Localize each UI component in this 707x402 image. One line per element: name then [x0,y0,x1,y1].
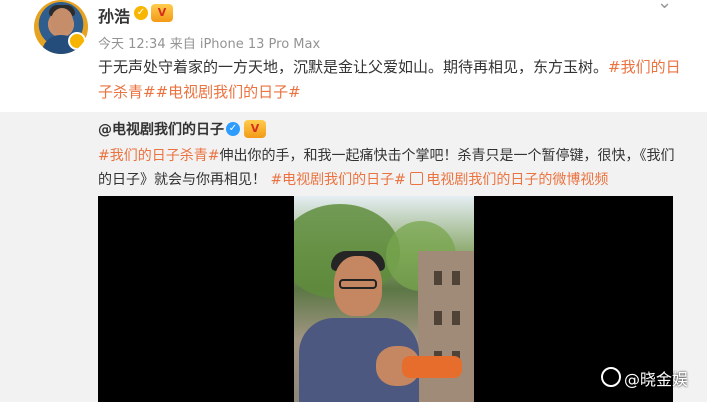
hashtag-link[interactable]: #我们的日子杀青# [98,148,219,164]
video-link-icon [410,172,424,185]
video-frame [294,196,474,402]
avatar-badge [68,32,86,50]
person-glasses [339,279,377,289]
avatar-face [51,8,73,34]
author-avatar[interactable] [34,0,88,54]
video-link[interactable]: 电视剧我们的日子的微博视频 [410,172,608,188]
window [452,311,460,325]
hashtag-link[interactable]: #电视剧我们的日子# [156,83,301,101]
window [434,311,442,325]
orange-object [402,356,462,378]
post-meta: 今天 12:34 来自 iPhone 13 Pro Max [98,37,321,52]
more-chevron-icon[interactable]: ⌄ [657,0,677,13]
window [452,271,460,285]
building [418,251,474,402]
window [434,271,442,285]
verified-icon: ✓ [226,122,240,136]
repost-content: #我们的日子杀青#伸出你的手，和我一起痛快击个掌吧！杀青只是一个暂停键，很快，《… [98,144,688,192]
author-name[interactable]: 孙浩 [98,3,130,27]
hashtag-link[interactable]: #电视剧我们的日子# [270,172,405,188]
video-link-text: 电视剧我们的日子的微博视频 [426,172,609,188]
repost-author[interactable]: @电视剧我们的日子 [98,119,224,139]
video-player[interactable] [98,196,673,402]
post-content: 于无声处守着家的一方天地，沉默是金让父爱如山。期待再相见，东方玉树。#我们的日子… [98,55,688,105]
vip-badge-icon: V [151,4,173,22]
weibo-logo-icon [601,367,621,387]
post-text: 于无声处守着家的一方天地，沉默是金让父爱如山。期待再相见，东方玉树。 [98,58,609,76]
watermark: @晓金娱 [601,366,688,390]
post-card: 孙浩 ✓ V ⌄ 今天 12:34 来自 iPhone 13 Pro Max 于… [0,0,707,112]
watermark-text: @晓金娱 [624,370,689,389]
vip-badge-icon: V [244,120,266,138]
repost-card[interactable]: @电视剧我们的日子 ✓ V #我们的日子杀青#伸出你的手，和我一起痛快击个掌吧！… [0,112,707,402]
verified-icon: ✓ [134,6,148,20]
